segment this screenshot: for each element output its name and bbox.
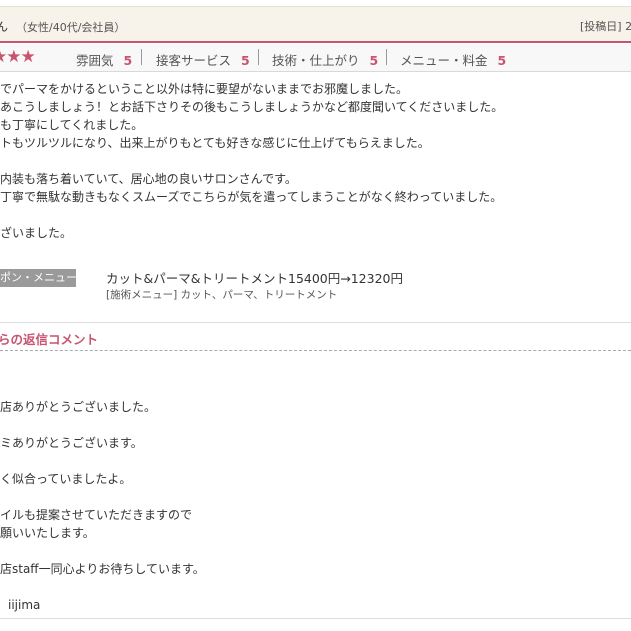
reply-line [0,452,631,470]
reply-line: 店staff一同心よりお待ちしています。 [0,562,205,576]
rating-label: メニュー・料金 [400,53,488,68]
rating-service: 接客サービス 5 [156,50,250,69]
coupon-menu-label: ポン・メニュー [0,269,77,287]
reply-line [0,542,631,560]
reply-line [0,488,631,506]
review-line: トもツルツルになり、出来上がりもとても好きな感じに仕上げてもらえました。 [0,136,430,150]
treatment-menu-detail: [施術メニュー] カット、パーマ、トリートメント [106,289,338,301]
reply-line: く似合っていましたよ。 [0,472,132,486]
rating-separator [386,49,387,65]
review-line: も丁寧にしてくれました。 [0,118,144,132]
rating-score: 5 [241,53,250,68]
staff-signature: iijima [8,598,41,612]
rating-score: 5 [497,53,507,68]
rating-bar: ★★★ 雰囲気 5 接客サービス 5 技術・仕上がり 5 メニュー・料金 5 [0,44,631,72]
post-date: [投稿日] 20 [580,20,631,33]
review-line [0,152,631,170]
star-rating-icon: ★★★ [0,47,36,67]
reply-line: 店ありがとうございました。 [0,400,157,414]
reply-line [0,578,631,596]
rating-label: 雰囲気 [76,53,114,68]
review-header: ん （女性/40代/会社員） [投稿日] 20 [0,6,631,43]
reviewer-profile: （女性/40代/会社員） [16,21,126,34]
coupon-menu-name[interactable]: カット&パーマ&トリートメント15400円→12320円 [106,268,403,287]
review-line: ざいました。 [0,226,73,240]
rating-score: 5 [369,53,379,68]
reply-line [0,416,631,434]
reply-line: 願いいたします。 [0,526,95,540]
rating-menu-price: メニュー・料金 5 [400,50,506,69]
reviewer-name[interactable]: ん [0,20,8,34]
reply-body: 店ありがとうございました。 ミありがとうございます。 く似合っていましたよ。 イ… [0,398,631,614]
rating-separator [258,49,259,65]
review-line: でパーマをかけるということ以外は特に要望がないままでお邪魔しました。 [0,82,409,96]
rating-separator [141,49,142,65]
review-line: 内装も落ち着いていて、居心地の良いサロンさんです。 [0,172,297,186]
review-line: あこうしましょう！とお話下さりその後もこうしましょうかなど都度聞いてくださいまし… [0,100,504,114]
section-divider [0,322,631,323]
section-divider [0,618,631,619]
rating-atmosphere: 雰囲気 5 [76,50,132,69]
review-line: 丁寧で無駄な動きもなくスムーズでこちらが気を遣ってしまうことがなく終わっていまし… [0,190,503,204]
review-body: でパーマをかけるということ以外は特に要望がないままでお邪魔しました。 あこうしま… [0,80,631,242]
reviewer-info: ん （女性/40代/会社員） [0,18,125,35]
rating-technique: 技術・仕上がり 5 [272,50,378,69]
rating-label: 接客サービス [156,53,232,68]
rating-score: 5 [123,53,133,68]
dashed-divider [0,350,631,351]
reply-line: イルも提案させていただきますので [0,508,193,522]
review-line [0,206,631,224]
reply-line: ミありがとうございます。 [0,436,143,450]
reply-comment-title: らの返信コメント [0,332,99,347]
rating-label: 技術・仕上がり [272,53,360,68]
